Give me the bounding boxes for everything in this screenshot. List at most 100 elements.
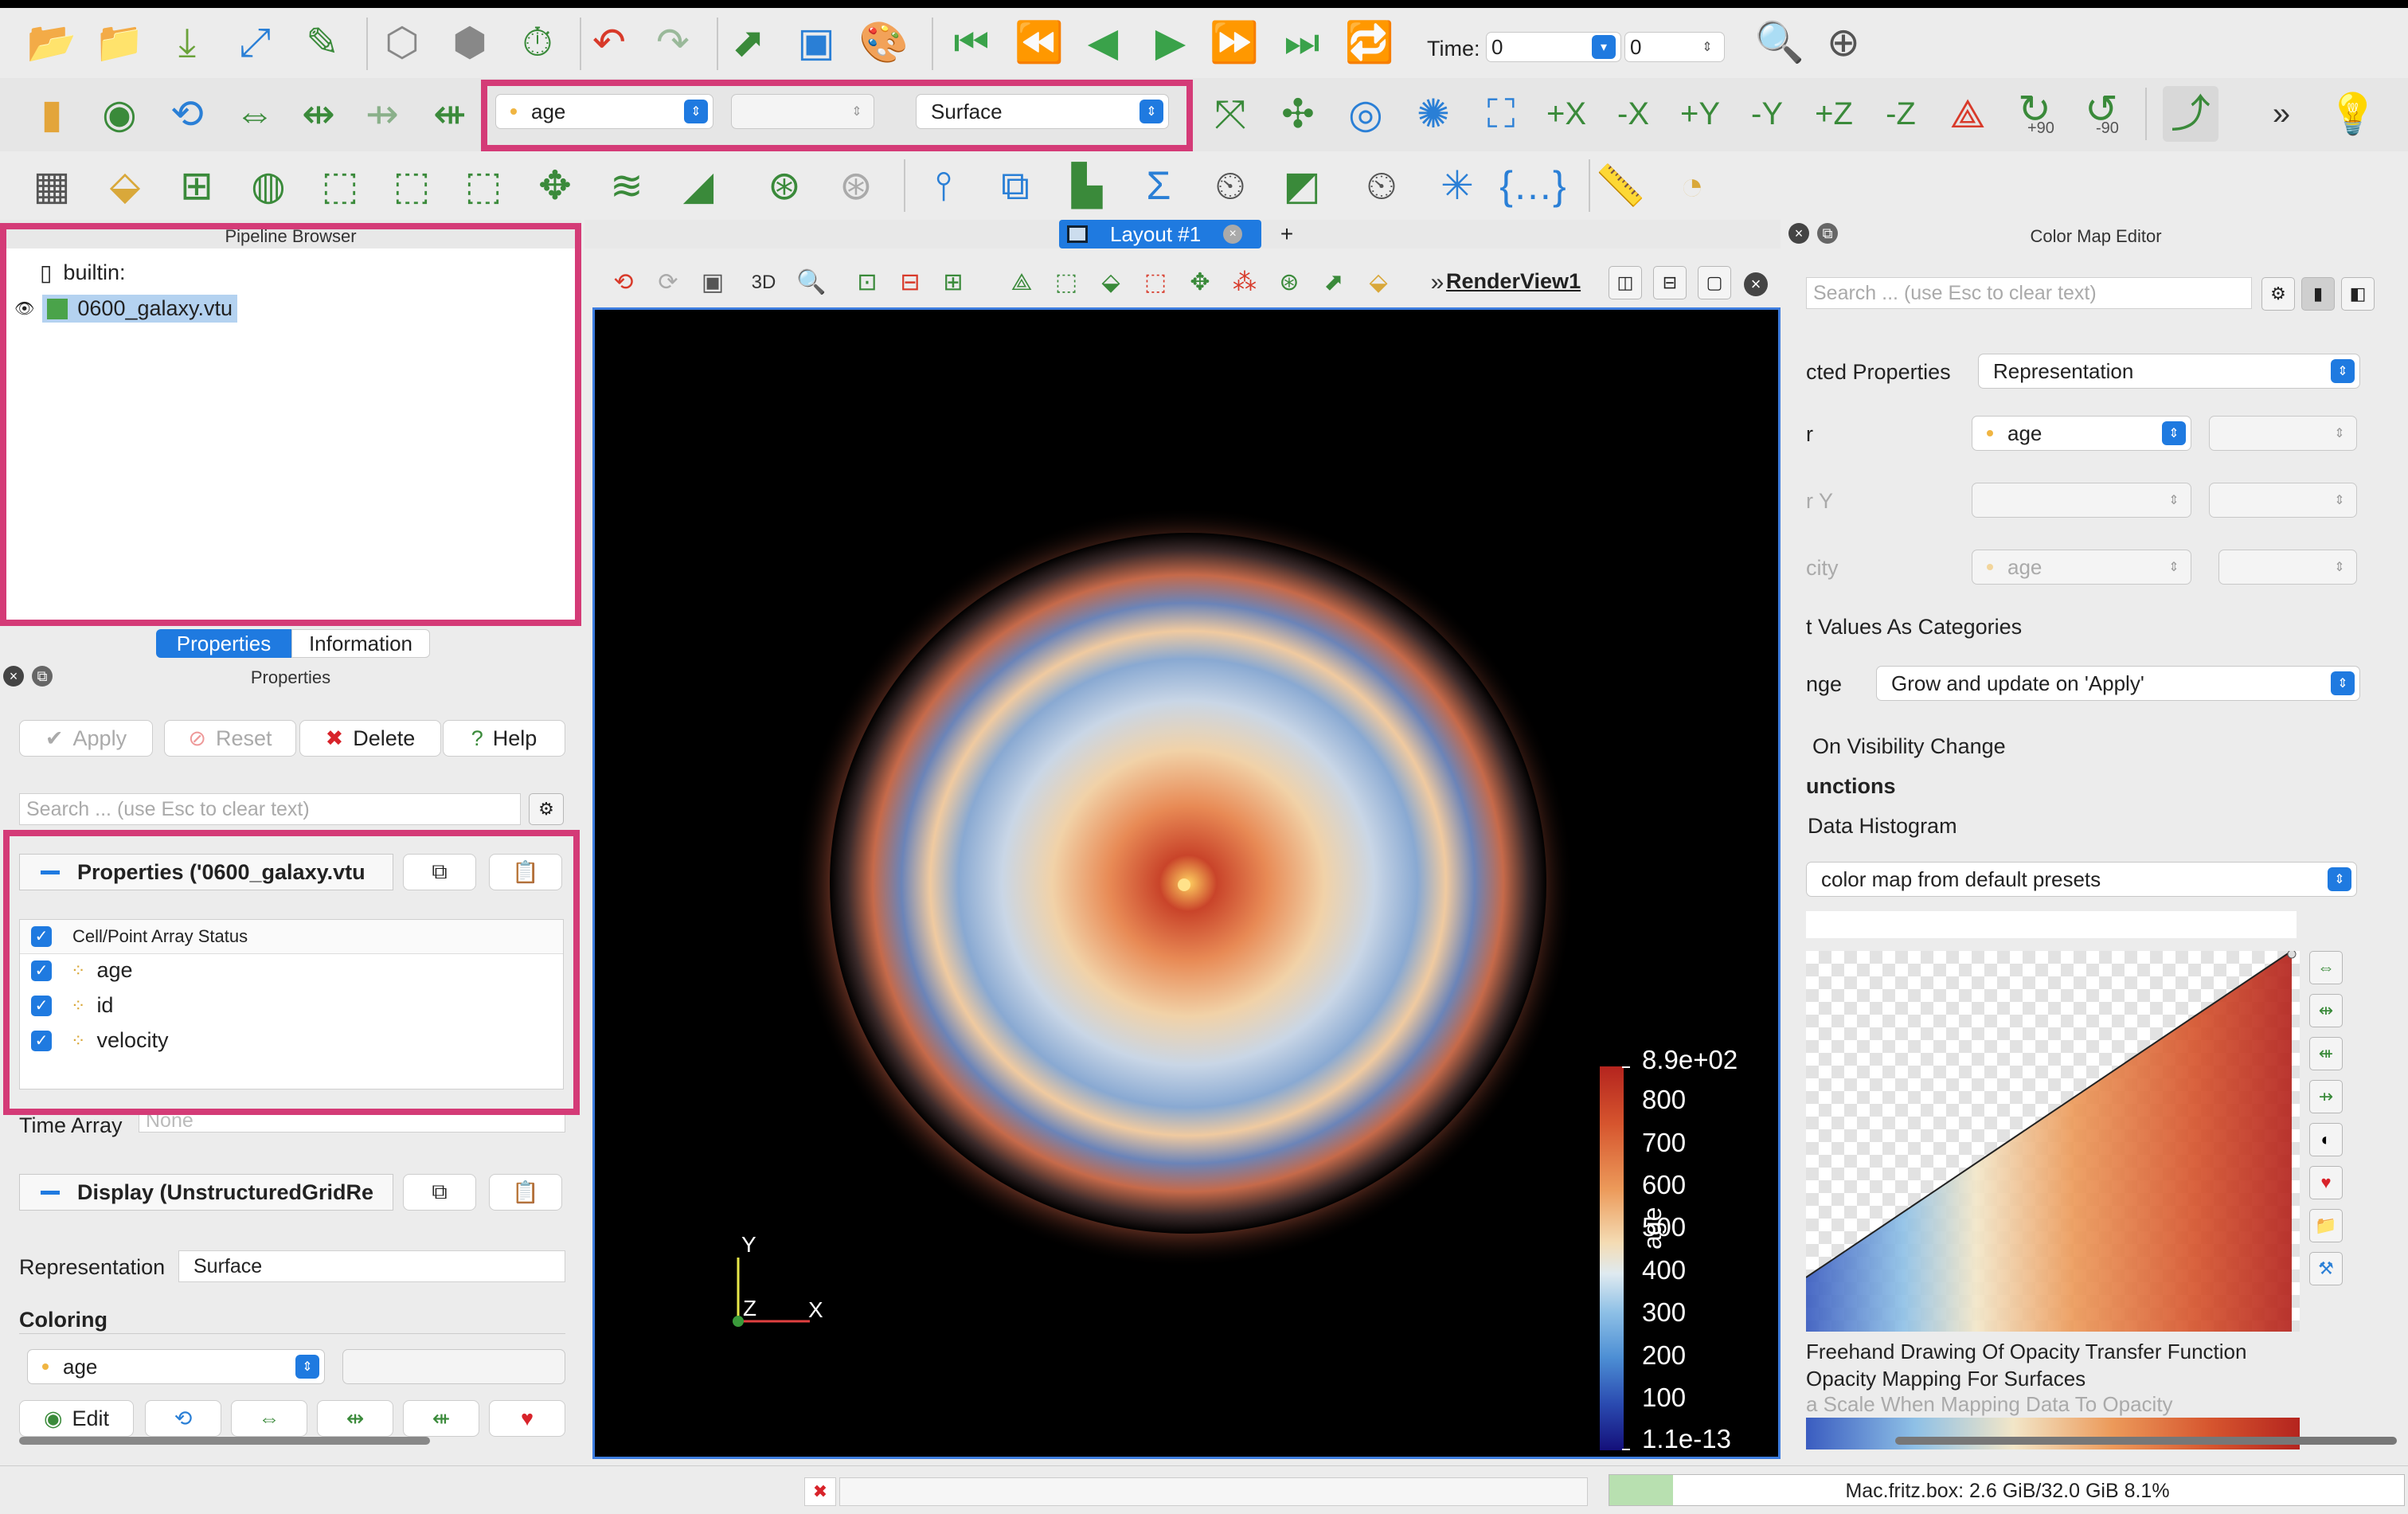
favorites-icon[interactable]: ♥ (2309, 1166, 2343, 1199)
check-icon[interactable]: ✓ (31, 995, 52, 1016)
rescale-visible-icon[interactable]: ⇸ (2309, 1080, 2343, 1113)
copy-display-button[interactable]: ⧉ (403, 1174, 476, 1211)
chevron-down-icon[interactable]: ⇕ (2331, 359, 2355, 383)
lightbulb-icon[interactable]: 💡 (2325, 86, 2381, 142)
calculator-icon[interactable]: ▦ (24, 158, 80, 213)
check-icon[interactable]: ✓ (31, 960, 52, 981)
play-icon[interactable]: ▶ (1143, 14, 1198, 70)
color-array-select[interactable]: age ⇕ (495, 94, 713, 129)
load-state-icon[interactable]: 📁 (92, 14, 147, 70)
properties-search-input[interactable]: Search ... (use Esc to clear text) (19, 793, 521, 825)
extract-level-icon[interactable]: ⊛ (756, 158, 812, 213)
colormap-search-input[interactable]: Search ... (use Esc to clear text) (1806, 277, 2252, 309)
gear-icon[interactable]: ⚙ (529, 793, 564, 825)
ruler-icon[interactable]: 📏 (1593, 158, 1648, 213)
find-data-icon[interactable]: 🔍 (1752, 14, 1808, 70)
rescale-view-icon[interactable]: ⇺ (422, 86, 478, 142)
properties-scrollbar[interactable] (19, 1437, 430, 1445)
chevron-down-icon[interactable]: ⇕ (295, 1355, 319, 1379)
screenshot-icon[interactable]: ▣ (788, 14, 844, 70)
group-datasets-icon[interactable]: ◢ (670, 158, 726, 213)
plot-data-icon[interactable]: ◩ (1274, 158, 1330, 213)
close-view-icon[interactable]: × (1744, 272, 1768, 296)
contour-icon[interactable]: ⬙ (97, 158, 153, 213)
protractor-icon[interactable]: ◔ (1664, 158, 1720, 213)
palette-icon[interactable]: 🎨 (856, 14, 912, 70)
chevron-down-icon[interactable]: ⇕ (2328, 421, 2351, 445)
chevron-down-icon[interactable]: ⇕ (845, 100, 869, 123)
disabled-filter-icon[interactable]: ⊛ (828, 158, 884, 213)
color-transfer-function-bar[interactable] (1806, 1418, 2300, 1449)
reverse-play-icon[interactable]: ◀ (1075, 14, 1131, 70)
axes-grid-icon[interactable]: ✳ (1429, 158, 1485, 213)
chevron-down-icon[interactable]: ⇕ (684, 100, 708, 123)
tab-properties[interactable]: Properties (156, 629, 291, 658)
rescale-custom-icon[interactable]: ⇔ (227, 86, 283, 142)
toggle-color-legend-icon[interactable]: ▮ (24, 86, 80, 142)
colormap-scrollbar[interactable] (1895, 1437, 2397, 1445)
pipeline-item-builtin[interactable]: ▯ builtin: (40, 260, 125, 286)
view-plus-x-icon[interactable]: +X (1538, 86, 1594, 142)
maximize-icon[interactable]: ▢ (1698, 266, 1731, 299)
plot-over-time-icon[interactable]: ⏲ (1354, 158, 1409, 213)
download-icon[interactable]: ⤓ (159, 14, 215, 70)
colormap-color-select[interactable]: age ⇕ (1972, 416, 2191, 451)
colormap-color-y-component[interactable]: ⇕ (2209, 483, 2357, 518)
colormap-component-select[interactable]: ⇕ (2209, 416, 2357, 451)
render-view[interactable]: Y X Z age (592, 307, 1781, 1459)
chevron-down-icon[interactable]: ▾ (1592, 35, 1616, 59)
chevron-down-icon[interactable]: ⇕ (2328, 867, 2351, 891)
interpret-categories-label[interactable]: t Values As Categories (1806, 615, 2022, 640)
plot-over-line-icon[interactable]: ⧉ (987, 158, 1043, 213)
edit-colormap-button[interactable]: ◉ Edit (19, 1400, 134, 1437)
component-select[interactable]: ⇕ (731, 94, 874, 129)
stream-tracer-icon[interactable]: ✥ (527, 158, 583, 213)
colormap-opacity-component[interactable]: ⇕ (2218, 550, 2357, 585)
rescale-temporal-icon[interactable]: ⇹ (291, 86, 346, 142)
redo-icon[interactable]: ↷ (645, 14, 701, 70)
time-step-spinbox[interactable]: 0 ⇕ (1624, 32, 1725, 62)
integrate-variables-icon[interactable]: Σ (1131, 158, 1186, 213)
help-button[interactable]: ? Help (443, 720, 565, 757)
properties-section-header[interactable]: Properties ('0600_galaxy.vtu (19, 854, 393, 890)
reset-range-icon[interactable]: ⟲ (159, 86, 215, 142)
camera-orient-icon[interactable]: ⤴ (2163, 86, 2218, 142)
coloring-array-select[interactable]: age ⇕ (27, 1349, 325, 1384)
select-frustum-icon[interactable]: ⊞ (925, 255, 981, 311)
chevron-down-icon[interactable]: ⇕ (2162, 488, 2186, 512)
paste-properties-button[interactable]: 📋 (489, 854, 562, 890)
check-icon[interactable]: ✓ (31, 926, 52, 947)
legend-settings-icon[interactable]: ◧ (2341, 277, 2375, 311)
array-row-id[interactable]: ✓ ⁘ id (31, 993, 113, 1018)
delete-button[interactable]: ✖ Delete (299, 720, 441, 757)
colormap-opacity-select[interactable]: age ⇕ (1972, 550, 2191, 585)
representation-select[interactable]: Surface ⇕ (916, 94, 1169, 129)
favorites-button[interactable]: ♥ (489, 1400, 565, 1437)
zoom-select-icon[interactable]: 🔍 (784, 255, 839, 311)
previous-frame-icon[interactable]: ⏪ (1011, 14, 1067, 70)
screenshot-view-icon[interactable]: ▣ (685, 255, 741, 311)
edit-color-map-icon[interactable]: ◉ (92, 86, 147, 142)
view-minus-z-icon[interactable]: -Z (1873, 86, 1929, 142)
choose-preset-button[interactable]: ⟲ (145, 1400, 221, 1437)
rescale-visibility-label[interactable]: On Visibility Change (1812, 734, 2006, 759)
array-row-velocity[interactable]: ✓ ⁘ velocity (31, 1028, 168, 1053)
reset-button[interactable]: ⊘ Reset (164, 720, 296, 757)
glyph-icon[interactable]: ⬚ (455, 158, 511, 213)
eye-icon[interactable]: 👁 (14, 299, 34, 319)
warp-icon[interactable]: ≋ (599, 158, 655, 213)
time-value-input[interactable]: 0 ▾ (1486, 32, 1621, 62)
rescale-data-button[interactable]: ⇔ (231, 1400, 307, 1437)
probe-line-icon[interactable]: ⫯ (916, 158, 971, 213)
chevron-down-icon[interactable]: ⇕ (2162, 421, 2186, 445)
first-frame-icon[interactable]: ⏮ (944, 14, 999, 70)
reset-camera-icon[interactable]: ⤧ (1202, 86, 1258, 142)
view-minus-x-icon[interactable]: -X (1605, 86, 1661, 142)
coloring-component-select[interactable] (342, 1349, 565, 1384)
save-state-icon[interactable]: ⬡ (374, 14, 430, 70)
chevron-down-icon[interactable]: ⇕ (2328, 555, 2351, 579)
zoom-data-icon[interactable]: ◎ (1338, 86, 1394, 142)
last-frame-icon[interactable]: ⏭ (1274, 14, 1330, 70)
threshold-icon[interactable]: ⬚ (312, 158, 368, 213)
memory-inspector[interactable]: Mac.fritz.box: 2.6 GiB/32.0 GiB 8.1% (1609, 1474, 2405, 1506)
